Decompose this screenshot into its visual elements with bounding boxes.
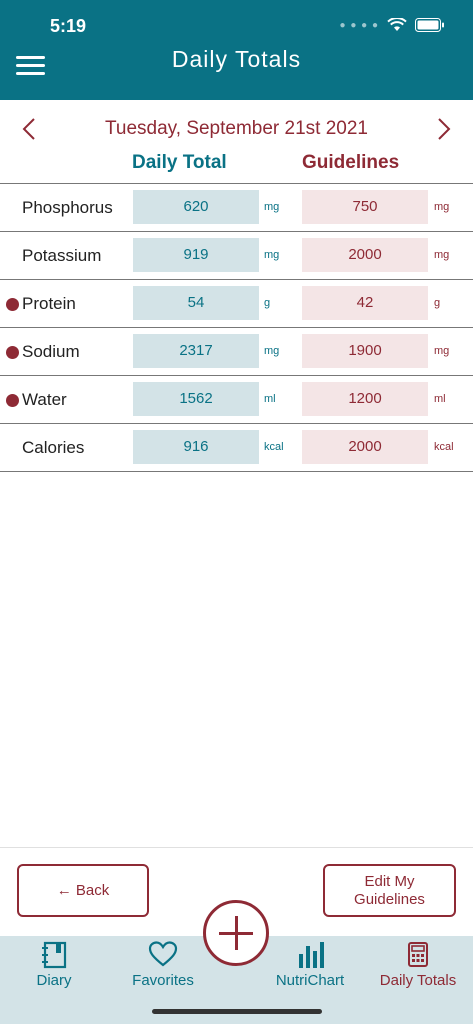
daily-unit: mg (264, 201, 280, 213)
nutrient-name: Sodium (22, 342, 80, 361)
edit-guidelines-button[interactable]: Edit My Guidelines (323, 864, 456, 917)
guideline-value: 1200 (302, 382, 428, 416)
edit-guidelines-label: Edit My Guidelines (354, 873, 425, 909)
tab-nutrichart-label: NutriChart (275, 972, 345, 989)
guideline-value: 42 (302, 286, 428, 320)
edit-guidelines-label-line2: Guidelines (354, 890, 425, 908)
edit-guidelines-label-line1: Edit My (364, 872, 415, 890)
table-row: Water 1562 ml 1200 ml (0, 376, 473, 424)
back-button-label: ← Back (56, 882, 110, 899)
status-icons: ● ● ● ● (340, 18, 446, 32)
footer-divider (0, 847, 473, 848)
tab-diary-label: Diary (36, 972, 72, 989)
add-entry-button[interactable] (203, 900, 269, 966)
tab-daily-totals-label: Daily Totals (379, 972, 457, 989)
daily-value: 54 (133, 286, 259, 320)
daily-unit: g (264, 297, 271, 309)
daily-unit: ml (264, 393, 276, 405)
guideline-unit: g (434, 297, 441, 309)
daily-value: 2317 (133, 334, 259, 368)
tab-favorites[interactable]: Favorites (113, 936, 213, 996)
home-indicator (152, 1009, 322, 1014)
nutrient-name: Potassium (22, 246, 102, 265)
wifi-icon (387, 18, 407, 31)
guideline-value: 1900 (302, 334, 428, 368)
daily-value: 1562 (133, 382, 259, 416)
guideline-unit: mg (434, 201, 450, 213)
guideline-unit: ml (434, 393, 446, 405)
daily-unit: mg (264, 249, 280, 261)
battery-icon (415, 18, 444, 32)
back-button[interactable]: ← Back (17, 864, 149, 917)
nutrient-name: Protein (22, 294, 76, 313)
next-day-button[interactable] (429, 112, 459, 146)
notebook-icon (42, 941, 67, 969)
table-row: Potassium 919 mg 2000 mg (0, 232, 473, 280)
nutrient-name: Phosphorus (22, 198, 113, 217)
table-row: Calories 916 kcal 2000 kcal (0, 424, 473, 472)
guideline-unit: mg (434, 249, 450, 261)
chevron-right-icon (438, 118, 451, 140)
over-limit-indicator-icon (6, 394, 19, 407)
guidelines-column-header: Guidelines (302, 152, 400, 173)
daily-unit: kcal (264, 441, 284, 453)
guideline-unit: mg (434, 345, 450, 357)
guideline-value: 2000 (302, 238, 428, 272)
guideline-unit: kcal (434, 441, 454, 453)
nutrient-table: Phosphorus 620 mg 750 mg Potassium 919 m… (0, 183, 473, 472)
daily-value: 919 (133, 238, 259, 272)
page-title: Daily Totals (171, 46, 302, 72)
calculator-icon (408, 942, 428, 967)
current-date: Tuesday, September 21st 2021 (105, 118, 368, 139)
tab-daily-totals[interactable]: Daily Totals (368, 936, 468, 996)
guideline-value: 2000 (302, 430, 428, 464)
guideline-value: 750 (302, 190, 428, 224)
daily-value: 620 (133, 190, 259, 224)
table-row: Protein 54 g 42 g (0, 280, 473, 328)
tab-nutrichart[interactable]: NutriChart (260, 936, 360, 996)
nutrient-name: Calories (22, 438, 85, 457)
daily-value: 916 (133, 430, 259, 464)
app-header: 5:19 ● ● ● ● Daily Totals (0, 0, 473, 100)
over-limit-indicator-icon (6, 346, 19, 359)
signal-icon: ● ● ● ● (339, 19, 379, 31)
daily-unit: mg (264, 345, 280, 357)
daily-total-column-header: Daily Total (132, 152, 227, 173)
table-row: Sodium 2317 mg 1900 mg (0, 328, 473, 376)
date-navigator: Tuesday, September 21st 2021 (0, 112, 473, 146)
tab-favorites-label: Favorites (132, 972, 194, 989)
table-row: Phosphorus 620 mg 750 mg (0, 184, 473, 232)
over-limit-indicator-icon (6, 298, 19, 311)
heart-icon (148, 941, 178, 967)
nutrient-name: Water (22, 390, 67, 409)
tab-diary[interactable]: Diary (4, 936, 104, 996)
status-time: 5:19 (50, 16, 87, 36)
bar-chart-icon (299, 942, 324, 968)
